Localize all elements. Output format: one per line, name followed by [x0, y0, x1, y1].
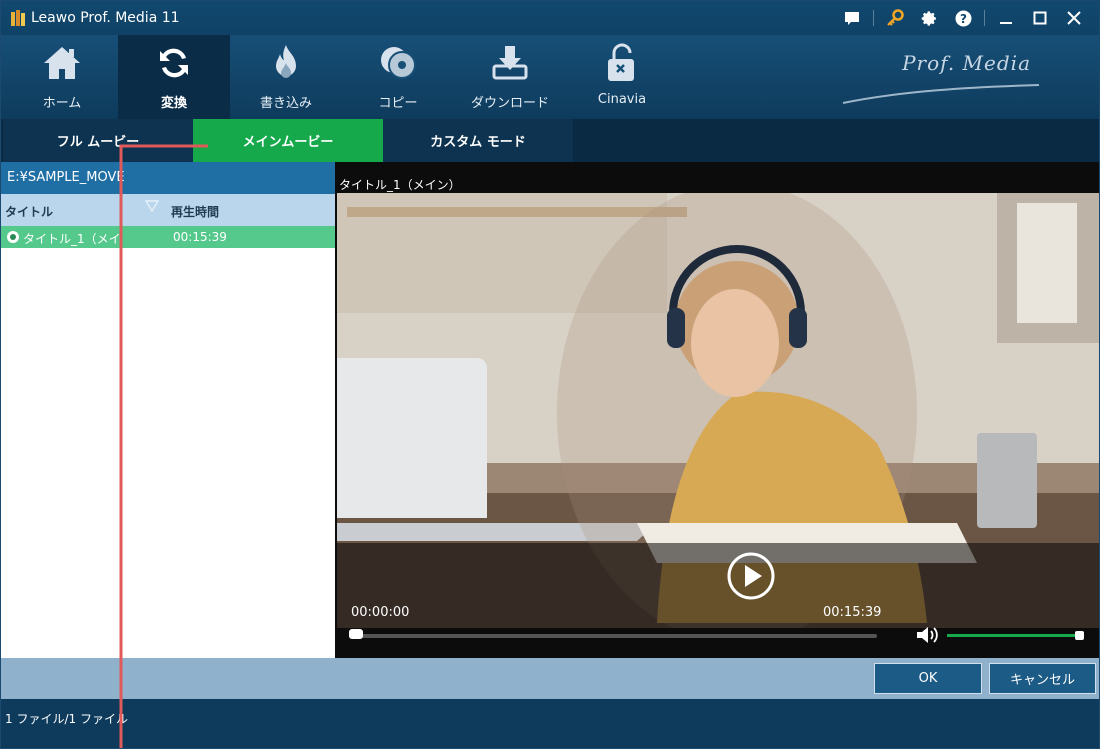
nav-label: ホーム [42, 96, 82, 111]
help-icon[interactable]: ? [946, 1, 980, 35]
nav-home[interactable]: ホーム [6, 35, 118, 119]
app-window: Leawo Prof. Media 11 ? ホーム 変換 書き込み コピー ダ… [0, 0, 1100, 749]
list-header: タイトル 再生時間 [1, 194, 335, 226]
status-bar: 1 ファイル/1 ファイル [1, 699, 1099, 748]
unlock-icon [566, 43, 678, 83]
tab-full-movie[interactable]: フル ムービー [3, 119, 193, 162]
app-logo-icon [11, 10, 25, 26]
button-bar: OK キャンセル [1, 658, 1099, 699]
volume-icon[interactable] [915, 625, 941, 645]
maximize-icon[interactable] [1023, 1, 1057, 35]
window-title: Leawo Prof. Media 11 [31, 10, 180, 26]
preview-title: タイトル_1（メイン） [339, 178, 461, 192]
divider [984, 10, 985, 26]
key-icon[interactable] [878, 1, 912, 35]
radio-selected-icon[interactable] [7, 231, 19, 243]
nav-label: 変換 [160, 96, 187, 111]
download-icon [454, 43, 566, 83]
convert-icon [118, 43, 230, 83]
minimize-icon[interactable] [989, 1, 1023, 35]
title-bar: Leawo Prof. Media 11 ? [1, 1, 1099, 35]
chat-icon[interactable] [835, 1, 869, 35]
item-duration: 00:15:39 [173, 230, 227, 244]
burn-icon [230, 43, 342, 83]
sort-arrow-icon[interactable] [144, 198, 160, 214]
preview-panel: タイトル_1（メイン） 00:00:00 00:15:39 [335, 162, 1099, 658]
close-icon[interactable] [1057, 1, 1091, 35]
play-icon[interactable] [726, 551, 776, 601]
title-list-panel: E:¥SAMPLE_MOVE タイトル 再生時間 タイトル_1（メイン） 00:… [1, 162, 335, 658]
seek-handle[interactable] [349, 629, 363, 639]
status-text: 1 ファイル/1 ファイル [5, 712, 128, 726]
cancel-button[interactable]: キャンセル [989, 663, 1096, 694]
nav-convert[interactable]: 変換 [118, 35, 230, 119]
seek-bar[interactable] [349, 634, 877, 638]
nav-label: Cinavia [597, 92, 647, 107]
divider [873, 10, 874, 26]
volume-handle[interactable] [1075, 631, 1084, 640]
item-title: タイトル_1（メイン） [23, 232, 119, 246]
source-path: E:¥SAMPLE_MOVE [1, 162, 335, 194]
nav-label: 書き込み [259, 96, 312, 111]
column-duration[interactable]: 再生時間 [171, 203, 219, 220]
nav-cinavia[interactable]: Cinavia [566, 35, 678, 119]
nav-burn[interactable]: 書き込み [230, 35, 342, 119]
nav-copy[interactable]: コピー [342, 35, 454, 119]
nav-label: ダウンロード [470, 96, 549, 111]
copy-disc-icon [342, 43, 454, 83]
svg-text:?: ? [960, 12, 967, 26]
brand-swoosh [842, 84, 1040, 104]
tab-main-movie[interactable]: メインムービー [193, 119, 383, 162]
video-frame[interactable]: 00:00:00 00:15:39 [337, 193, 1099, 628]
home-icon [6, 43, 118, 83]
column-title[interactable]: タイトル [5, 203, 53, 220]
main-toolbar: ホーム 変換 書き込み コピー ダウンロード Cinavia Prof. Med… [1, 35, 1099, 119]
gear-icon[interactable] [912, 1, 946, 35]
nav-label: コピー [378, 96, 418, 111]
tab-custom-mode[interactable]: カスタム モード [383, 119, 573, 162]
current-time: 00:00:00 [351, 605, 410, 620]
brand-logo: Prof. Media [902, 51, 1031, 75]
list-item[interactable]: タイトル_1（メイン） 00:15:39 [1, 226, 335, 248]
mode-tab-bar: フル ムービー メインムービー カスタム モード [1, 119, 1099, 162]
nav-download[interactable]: ダウンロード [454, 35, 566, 119]
video-controls-overlay [337, 543, 1099, 628]
total-time: 00:15:39 [823, 605, 882, 620]
volume-slider[interactable] [947, 634, 1081, 637]
ok-button[interactable]: OK [874, 663, 982, 694]
